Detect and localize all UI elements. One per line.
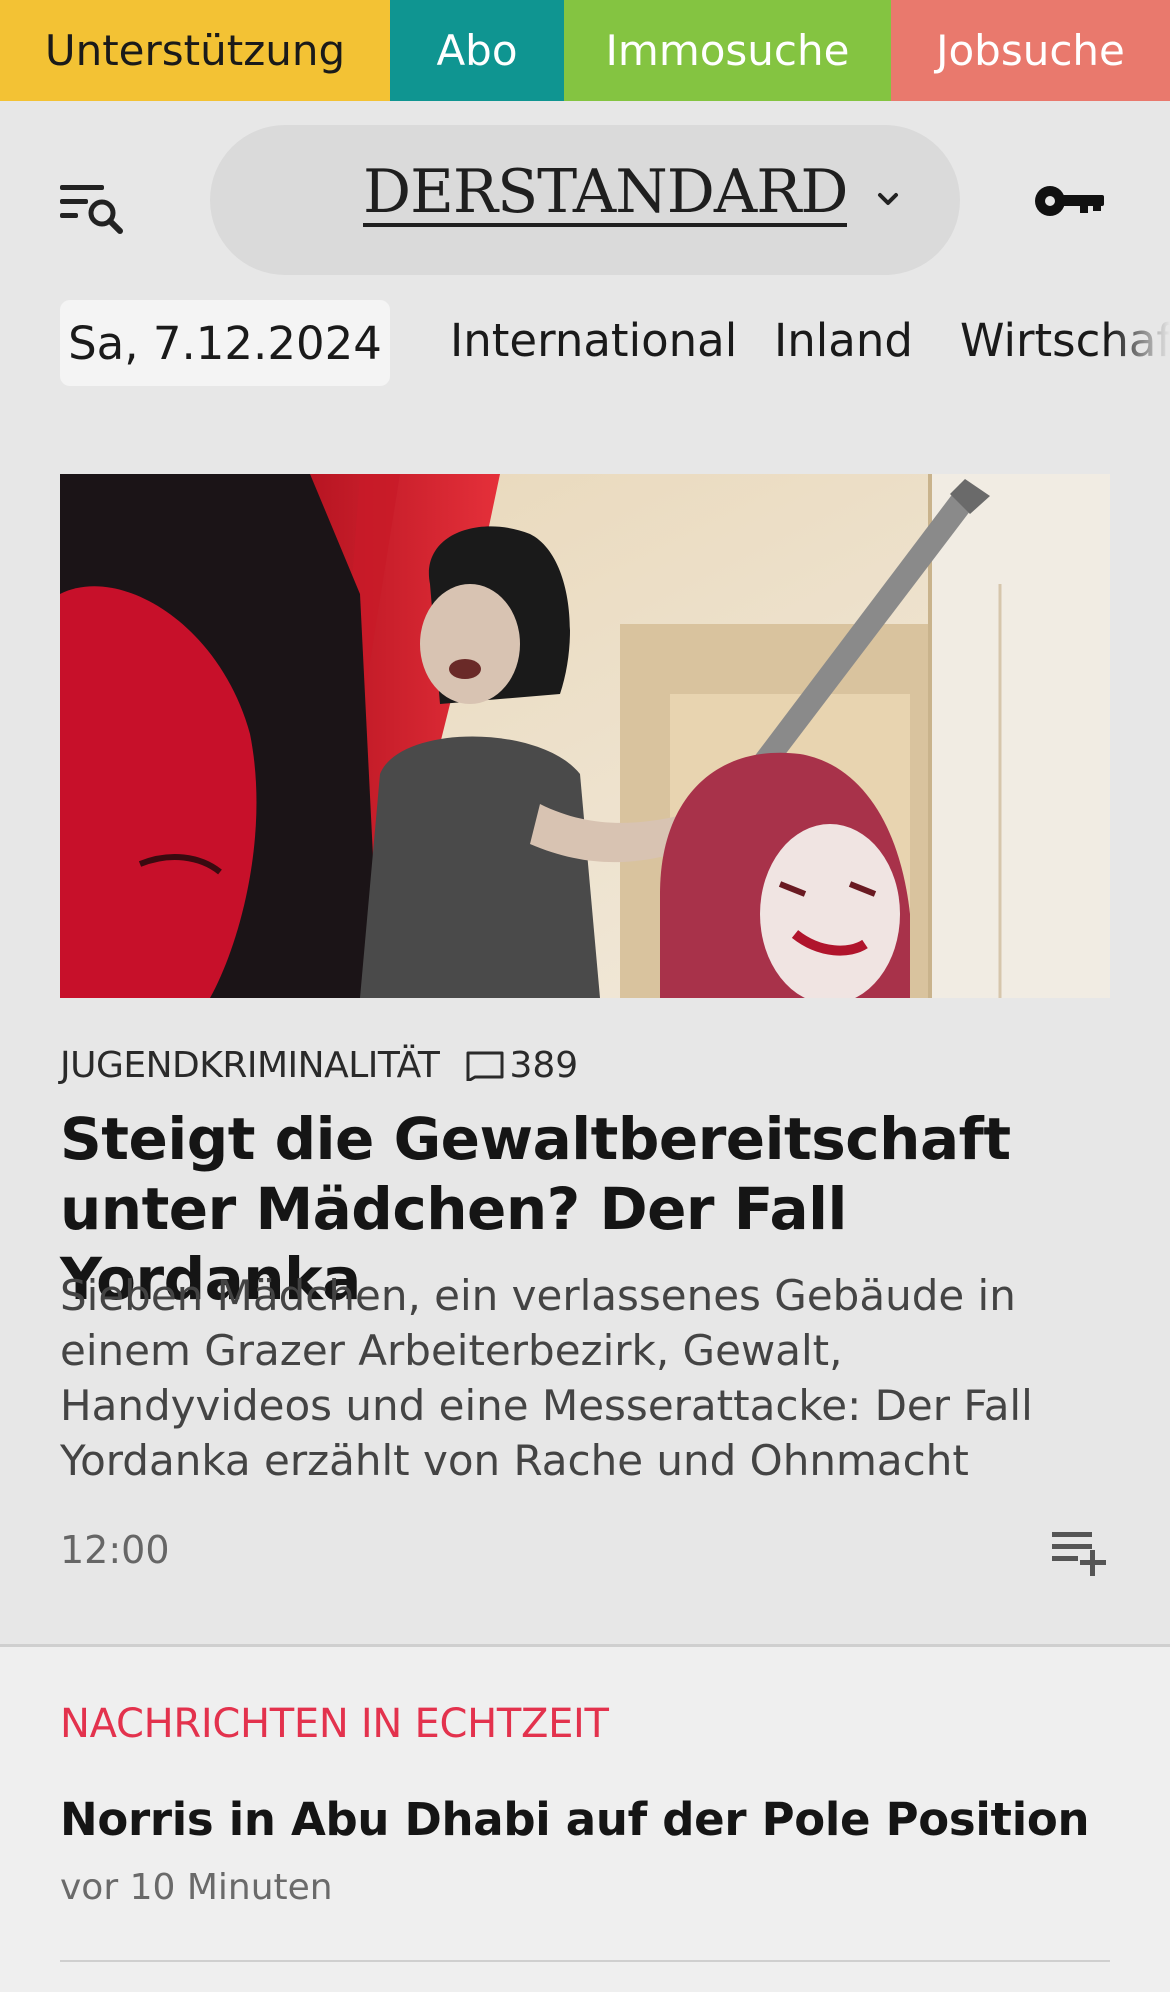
menu-search-button[interactable] — [60, 173, 140, 243]
topbar-link-immosuche[interactable]: Immosuche — [564, 0, 891, 101]
hero-illustration — [60, 474, 1110, 998]
live-news-item-time: vor 10 Minuten — [60, 1867, 333, 1908]
chevron-down-icon — [878, 193, 898, 205]
article-time: 12:00 — [60, 1528, 170, 1572]
topbar-link-abo[interactable]: Abo — [390, 0, 564, 101]
nav-item-international[interactable]: International — [450, 314, 737, 367]
edition-date[interactable]: Sa, 7.12.2024 — [60, 300, 390, 386]
topbar-link-support[interactable]: Unterstützung — [0, 0, 390, 101]
comment-icon — [466, 1051, 504, 1081]
comment-count[interactable]: 389 — [509, 1045, 578, 1086]
section-nav: Sa, 7.12.2024 International Inland Wirts… — [0, 300, 1170, 388]
service-bar: Unterstützung Abo Immosuche Jobsuche — [0, 0, 1170, 101]
nav-item-inland[interactable]: Inland — [774, 314, 913, 367]
site-header: DERSTANDARD — [0, 101, 1170, 281]
site-logo[interactable]: DERSTANDARD — [363, 162, 848, 227]
article-meta: JUGENDKRIMINALITÄT 389 — [60, 1040, 578, 1090]
article-kicker[interactable]: JUGENDKRIMINALITÄT — [60, 1045, 440, 1086]
live-news-section: NACHRICHTEN IN ECHTZEIT Norris in Abu Dh… — [0, 1647, 1170, 1992]
live-news-item-headline[interactable]: Norris in Abu Dhabi auf der Pole Positio… — [60, 1793, 1090, 1846]
nav-fade — [1110, 300, 1170, 388]
login-button[interactable] — [1030, 171, 1110, 231]
article-teaser[interactable]: Sieben Mädchen, ein verlassenes Gebäude … — [60, 1268, 1120, 1488]
save-to-list-button[interactable] — [1050, 1526, 1112, 1578]
key-icon — [1035, 186, 1104, 216]
topbar-link-jobsuche[interactable]: Jobsuche — [891, 0, 1170, 101]
logo-edition-selector[interactable]: DERSTANDARD — [210, 125, 960, 275]
live-news-title[interactable]: NACHRICHTEN IN ECHTZEIT — [60, 1701, 609, 1747]
menu-search-icon — [60, 185, 123, 234]
playlist-add-icon — [1052, 1532, 1106, 1576]
article-image[interactable] — [60, 474, 1110, 998]
divider — [60, 1960, 1110, 1962]
